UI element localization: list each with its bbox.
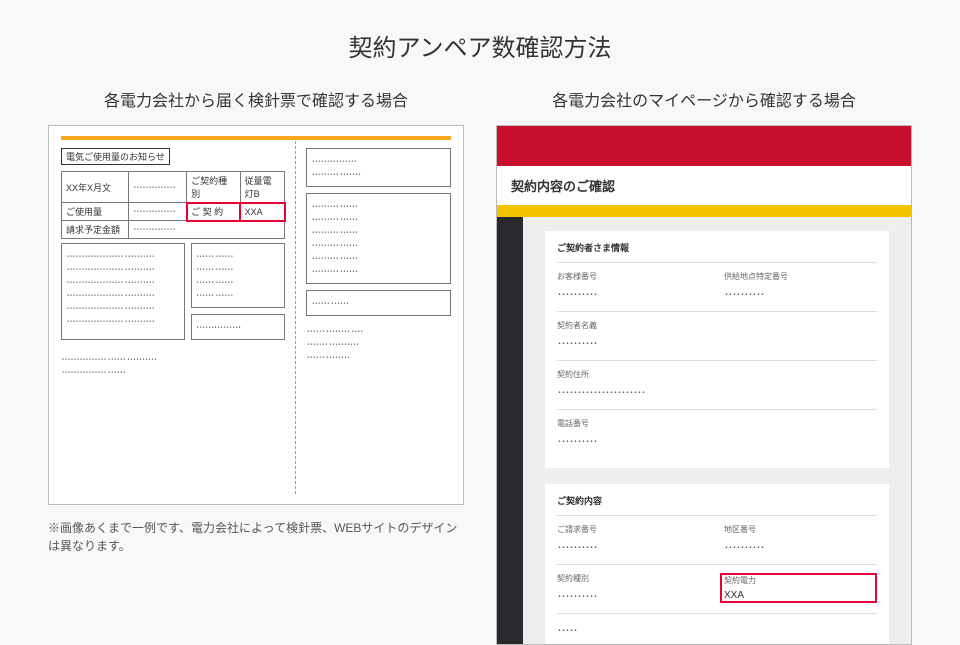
mypage-sidebar xyxy=(497,217,523,645)
page-title: 契約アンペア数確認方法 xyxy=(0,0,960,87)
invoice-no-label: ご請求番号 xyxy=(557,524,710,535)
stub-box: ･･･････････････････ ･･････････ ･････････… xyxy=(61,243,185,340)
area-no-label: 地区番号 xyxy=(724,524,877,535)
placeholder-value: ･･････････ xyxy=(557,433,877,448)
contract-type-label: ご契約種別 xyxy=(187,172,241,203)
placeholder-value: ･･････････ xyxy=(724,539,877,554)
placeholder-value: ･･････････ xyxy=(557,335,877,350)
mypage-accent-bar xyxy=(497,205,911,217)
phone-label: 電話番号 xyxy=(557,418,877,429)
mypage-mock: 契約内容のご確認 ご契約者さま情報 お客様番号 ･･････････ 供給地 xyxy=(496,125,912,645)
placeholder-value: ･･････････ xyxy=(557,539,710,554)
contract-power-label: 契約電力 xyxy=(724,575,873,586)
stub-box: ･････････ ･･････ ･････････ ･･････ ･･････… xyxy=(306,193,451,284)
contract-value-highlight: XXA xyxy=(240,203,285,221)
contract-power-value: XXA xyxy=(724,590,873,601)
bill-label: 請求予定金額 xyxy=(62,221,129,239)
slip-main-area: 電気ご使用量のお知らせ XX年X月文 ･･････････････ ご契約種別 … xyxy=(61,136,285,494)
right-column: 各電力会社のマイページから確認する場合 契約内容のご確認 ご契約者さま情報 お客… xyxy=(496,87,912,645)
supply-point-label: 供給地点特定番号 xyxy=(724,271,877,282)
slip-title: 電気ご使用量のお知らせ xyxy=(61,148,170,165)
customer-no-label: お客様番号 xyxy=(557,271,710,282)
right-heading: 各電力会社のマイページから確認する場合 xyxy=(496,87,912,111)
left-heading: 各電力会社から届く検針票で確認する場合 xyxy=(48,87,464,111)
meter-slip-example: 電気ご使用量のお知らせ XX年X月文 ･･････････････ ご契約種別 … xyxy=(48,125,464,505)
contract-power-highlight: 契約電力 XXA xyxy=(720,573,877,603)
address-label: 契約住所 xyxy=(557,369,877,380)
contract-type-value: 従量電灯B xyxy=(240,172,285,203)
month-cell: XX年X月文 xyxy=(62,172,129,203)
stub-box: ･･･････････････ ･････････ ･･･････ xyxy=(306,148,451,187)
slip-side-area: ･･･････････････ ･････････ ･･･････ ･･････… xyxy=(295,136,451,494)
section-title: ご契約内容 xyxy=(557,494,877,507)
placeholder-value: ･･････････ xyxy=(557,286,710,301)
contract-label-highlight: ご 契 約 xyxy=(187,203,241,221)
contract-details-panel: ご契約内容 ご請求番号 ･･････････ 地区番号 ･･････････ xyxy=(545,484,889,645)
placeholder-value: ･･････････････････････ xyxy=(557,384,877,399)
mypage-page-title: 契約内容のご確認 xyxy=(497,166,911,205)
usage-label: ご使用量 xyxy=(62,203,129,221)
mypage-header-bar xyxy=(497,126,911,166)
name-label: 契約者名義 xyxy=(557,320,877,331)
placeholder-value: ･････ xyxy=(557,622,877,637)
left-column: 各電力会社から届く検針票で確認する場合 電気ご使用量のお知らせ XX年X月文 ･… xyxy=(48,87,464,645)
stub-box: ･･･････････････ xyxy=(191,314,286,340)
slip-upper-table: XX年X月文 ･･････････････ ご契約種別 従量電灯B ご使用量 ･… xyxy=(61,171,285,239)
two-column-layout: 各電力会社から届く検針票で確認する場合 電気ご使用量のお知らせ XX年X月文 ･… xyxy=(0,87,960,645)
contract-type-label: 契約種別 xyxy=(557,573,706,584)
stub-box: ･･････ ･･････ ･･････ ･･････ ･･････ ･････… xyxy=(191,243,286,308)
contractor-info-panel: ご契約者さま情報 お客様番号 ･･････････ 供給地点特定番号 ･････… xyxy=(545,231,889,468)
mypage-content: ご契約者さま情報 お客様番号 ･･････････ 供給地点特定番号 ･････… xyxy=(523,217,911,645)
stub-box: ･･････ ･･････ xyxy=(306,290,451,316)
section-title: ご契約者さま情報 xyxy=(557,241,877,254)
footnote: ※画像あくまで一例です、電力会社によって検針票、WEBサイトのデザインは異なりま… xyxy=(48,519,464,555)
placeholder-value: ･･････････ xyxy=(724,286,877,301)
placeholder-value: ･･････････ xyxy=(557,588,706,603)
